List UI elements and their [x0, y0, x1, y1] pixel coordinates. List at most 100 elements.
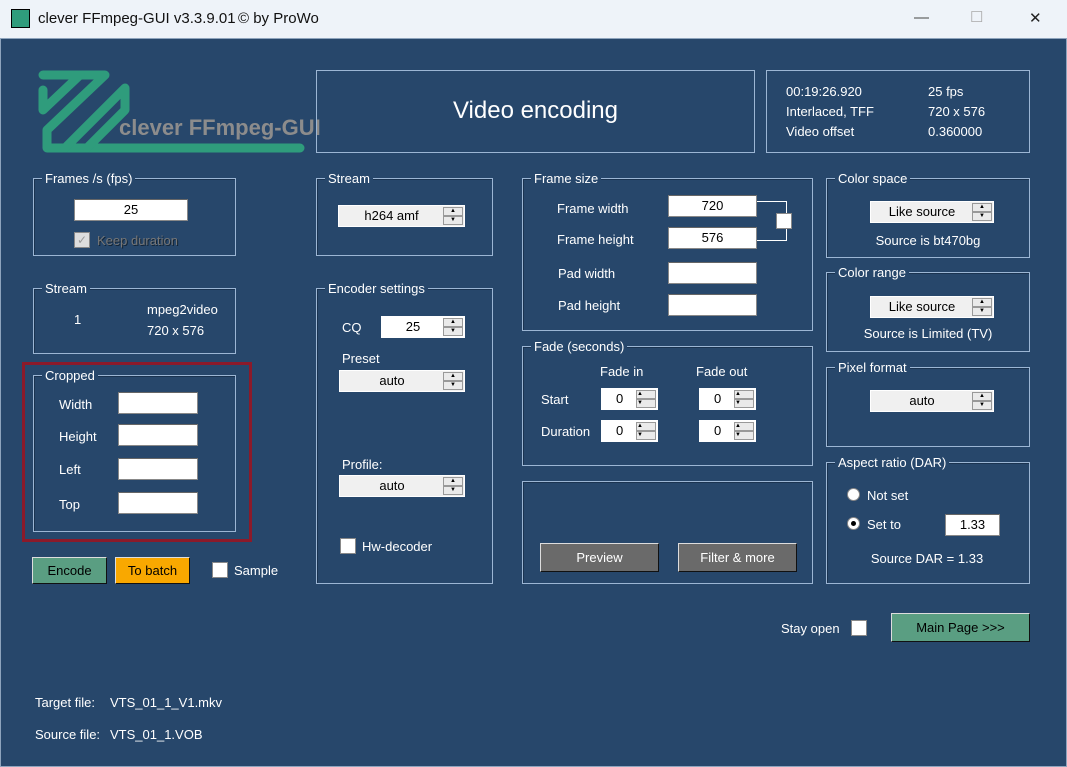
pad-width-input[interactable]: [668, 262, 757, 284]
spin-down-icon[interactable]: ▼: [443, 486, 463, 495]
profile-selector[interactable]: auto ▲ ▼: [339, 475, 465, 497]
main-window: clever FFmpeg-GUI Video encoding 00:19:2…: [0, 38, 1067, 767]
not-set-radio[interactable]: [847, 488, 860, 501]
profile-value: auto: [379, 478, 405, 493]
keep-duration-checkbox[interactable]: ✓: [74, 232, 90, 248]
cq-label: CQ: [342, 320, 362, 335]
pad-height-input[interactable]: [668, 294, 757, 316]
frame-width-input[interactable]: 720: [668, 195, 757, 217]
spin-down-icon[interactable]: ▼: [972, 212, 992, 221]
duration-label: Duration: [541, 424, 591, 439]
frame-height-input[interactable]: 576: [668, 227, 757, 249]
start-label: Start: [541, 392, 569, 407]
encoder-settings-group: Encoder settings CQ 25 ▲ ▼ Preset auto ▲ ▼ P…: [316, 281, 493, 584]
logo-text: clever FFmpeg-GUI: [119, 115, 321, 140]
spin-down-icon[interactable]: ▼: [443, 381, 463, 390]
hw-decoder-checkbox[interactable]: [340, 538, 356, 554]
info-fps: 25 fps: [928, 84, 964, 99]
stay-open-checkbox[interactable]: [851, 620, 867, 636]
spin-down-icon[interactable]: ▼: [972, 401, 992, 410]
codec-selector[interactable]: h264 amf ▲ ▼: [338, 205, 465, 227]
cq-value: 25: [405, 319, 421, 334]
info-scan: Interlaced, TFF: [786, 104, 874, 119]
color-space-source: Source is bt470bg: [875, 233, 981, 248]
start-fade-out-spinner[interactable]: 0 ▲ ▼: [699, 388, 756, 410]
pixel-format-label: Pixel format: [835, 360, 910, 375]
fps-input[interactable]: 25: [74, 199, 188, 221]
start-fade-in-spinner[interactable]: 0 ▲ ▼: [601, 388, 658, 410]
spin-up-icon[interactable]: ▲: [972, 392, 992, 401]
cq-spinner[interactable]: 25 ▲ ▼: [381, 316, 465, 338]
duration-fade-out-spinner[interactable]: 0 ▲ ▼: [699, 420, 756, 442]
color-space-group: Color space Like source ▲ ▼ Source is bt47…: [826, 171, 1030, 258]
main-page-button[interactable]: Main Page >>>: [891, 613, 1030, 642]
spin-down-icon[interactable]: ▼: [636, 431, 656, 440]
keep-duration-label: Keep duration: [97, 233, 178, 248]
spin-up-icon[interactable]: ▲: [636, 390, 656, 399]
stream-group: Stream h264 amf ▲ ▼: [316, 171, 493, 256]
fade-in-label: Fade in: [600, 364, 644, 379]
sample-checkbox[interactable]: [212, 562, 228, 578]
header-panel: Video encoding: [316, 70, 755, 153]
preset-value: auto: [379, 373, 405, 388]
source-file-value: VTS_01_1.VOB: [110, 727, 203, 742]
info-offset-value: 0.360000: [928, 124, 983, 139]
color-range-selector[interactable]: Like source ▲ ▼: [870, 296, 994, 318]
spin-up-icon[interactable]: ▲: [972, 203, 992, 212]
crop-height-label: Height: [59, 429, 97, 444]
spin-up-icon[interactable]: ▲: [972, 298, 992, 307]
fade-label: Fade (seconds): [531, 339, 628, 354]
crop-height-input[interactable]: [118, 424, 198, 446]
pixel-format-selector[interactable]: auto ▲ ▼: [870, 390, 994, 412]
color-space-selector[interactable]: Like source ▲ ▼: [870, 201, 994, 223]
crop-top-input[interactable]: [118, 492, 198, 514]
spin-up-icon[interactable]: ▲: [734, 422, 754, 431]
spin-down-icon[interactable]: ▼: [734, 431, 754, 440]
encode-button[interactable]: Encode: [32, 557, 107, 584]
source-info-panel: 00:19:26.920 25 fps Interlaced, TFF 720 …: [766, 70, 1030, 153]
aspect-ratio-label: Aspect ratio (DAR): [835, 455, 950, 470]
crop-left-input[interactable]: [118, 458, 198, 480]
pad-height-label: Pad height: [558, 298, 621, 313]
cropped-label: Cropped: [42, 368, 98, 383]
crop-width-input[interactable]: [118, 392, 198, 414]
spin-up-icon[interactable]: ▲: [734, 390, 754, 399]
spin-down-icon[interactable]: ▼: [972, 307, 992, 316]
spin-down-icon[interactable]: ▼: [734, 399, 754, 408]
preview-button[interactable]: Preview: [540, 543, 659, 572]
keep-aspect-checkbox[interactable]: [776, 213, 792, 229]
preset-selector[interactable]: auto ▲ ▼: [339, 370, 465, 392]
spin-down-icon[interactable]: ▼: [443, 327, 463, 336]
spin-up-icon[interactable]: ▲: [636, 422, 656, 431]
spin-down-icon[interactable]: ▼: [636, 399, 656, 408]
spin-up-icon[interactable]: ▲: [443, 318, 463, 327]
set-to-radio[interactable]: [847, 517, 860, 530]
color-space-value: Like source: [888, 204, 956, 219]
source-stream-index: 1: [74, 312, 82, 327]
color-range-source: Source is Limited (TV): [863, 326, 993, 341]
source-stream-label: Stream: [42, 281, 90, 296]
source-file-label: Source file:: [35, 727, 101, 742]
source-stream-group: Stream 1 mpeg2video 720 x 576: [33, 281, 236, 354]
duration-fade-in-spinner[interactable]: 0 ▲ ▼: [601, 420, 658, 442]
duration-fade-in-value: 0: [616, 423, 624, 438]
spin-down-icon[interactable]: ▼: [443, 216, 463, 225]
fps-group-label: Frames /s (fps): [42, 171, 136, 186]
stay-open-label: Stay open: [781, 621, 840, 636]
to-batch-button[interactable]: To batch: [115, 557, 190, 584]
fade-out-label: Fade out: [696, 364, 748, 379]
info-offset-label: Video offset: [786, 124, 855, 139]
encoder-settings-label: Encoder settings: [325, 281, 428, 296]
frame-width-label: Frame width: [557, 201, 629, 216]
aspect-ratio-input[interactable]: 1.33: [945, 514, 1000, 536]
sample-label: Sample: [234, 563, 279, 578]
crop-width-label: Width: [59, 397, 93, 412]
color-range-group: Color range Like source ▲ ▼ Source is Limi…: [826, 265, 1030, 352]
spin-up-icon[interactable]: ▲: [443, 477, 463, 486]
spin-up-icon[interactable]: ▲: [443, 372, 463, 381]
source-stream-size: 720 x 576: [147, 323, 205, 338]
spin-up-icon[interactable]: ▲: [443, 207, 463, 216]
page-title: Video encoding: [452, 97, 619, 124]
frame-size-label: Frame size: [531, 171, 602, 186]
filter-more-button[interactable]: Filter & more: [678, 543, 797, 572]
